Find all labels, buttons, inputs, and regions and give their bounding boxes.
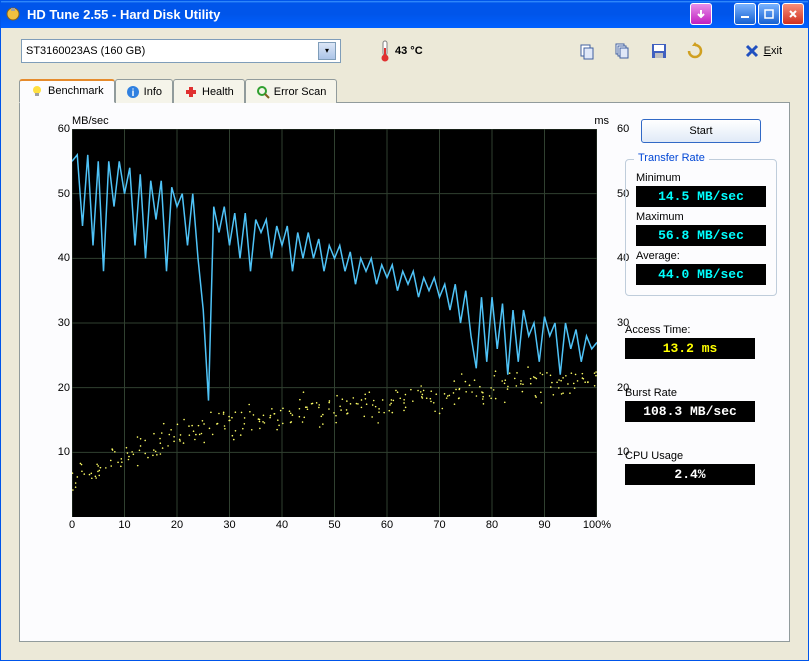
temperature-value: 43 °C [395,45,423,57]
benchmark-chart [72,129,597,517]
access-time-label: Access Time: [625,324,777,336]
y-ticks-left: 102030405060 [52,129,70,517]
average-label: Average: [636,250,766,262]
toolbar: ST3160023AS (160 GB) ▾ 43 °C Exit [1,28,808,74]
copy-icon [578,42,596,60]
refresh-button[interactable] [682,38,708,64]
maximize-button[interactable] [758,3,780,25]
window-title: HD Tune 2.55 - Hard Disk Utility [27,7,690,22]
health-icon [184,85,198,99]
download-button[interactable] [690,3,712,25]
app-icon [5,6,21,22]
tab-panel: MB/sec ms 102030405060 102030405060 0102… [19,102,790,642]
temperature-display: 43 °C [381,40,423,62]
tab-label: Health [202,86,234,98]
drive-select[interactable]: ST3160023AS (160 GB) ▾ [21,39,341,63]
exit-label: Exit [764,45,782,57]
tabs: Benchmark i Info Health Error Scan [19,78,790,102]
content-area: Benchmark i Info Health Error Scan MB/se… [1,74,808,660]
tab-error-scan[interactable]: Error Scan [245,79,338,103]
tab-label: Info [144,86,162,98]
svg-text:i: i [131,88,134,99]
chevron-down-icon[interactable]: ▾ [318,42,336,60]
exit-icon [744,43,760,59]
access-time-value: 13.2 ms [625,338,755,359]
group-title: Transfer Rate [634,152,709,164]
cpu-usage-block: CPU Usage 2.4% [625,446,777,485]
start-button[interactable]: Start [641,119,761,143]
titlebar[interactable]: HD Tune 2.55 - Hard Disk Utility [1,1,808,28]
minimize-button[interactable] [734,3,756,25]
cpu-usage-label: CPU Usage [625,450,777,462]
tab-benchmark[interactable]: Benchmark [19,79,115,103]
close-button[interactable] [782,3,804,25]
access-time-block: Access Time: 13.2 ms [625,320,777,359]
magnifier-icon [256,85,270,99]
tab-label: Error Scan [274,86,327,98]
transfer-rate-group: Transfer Rate Minimum 14.5 MB/sec Maximu… [625,159,777,296]
save-button[interactable] [646,38,672,64]
refresh-icon [686,42,704,60]
info-icon: i [126,85,140,99]
maximum-label: Maximum [636,211,766,223]
average-value: 44.0 MB/sec [636,264,766,285]
y-axis-right-label: ms [594,115,609,127]
save-icon [650,42,668,60]
y-axis-left-label: MB/sec [72,115,109,127]
tab-health[interactable]: Health [173,79,245,103]
bulb-icon [30,84,44,98]
exit-button[interactable]: Exit [738,41,788,61]
minimum-label: Minimum [636,172,766,184]
tab-info[interactable]: i Info [115,79,173,103]
cpu-usage-value: 2.4% [625,464,755,485]
thermometer-icon [381,40,389,62]
burst-rate-value: 108.3 MB/sec [625,401,755,422]
minimum-value: 14.5 MB/sec [636,186,766,207]
copy-all-button[interactable] [610,38,636,64]
drive-select-value: ST3160023AS (160 GB) [26,45,318,57]
chart-area: MB/sec ms 102030405060 102030405060 0102… [32,115,613,555]
burst-rate-label: Burst Rate [625,387,777,399]
copy-multi-icon [614,42,632,60]
x-ticks: 0102030405060708090100% [72,519,597,535]
results-panel: Start Transfer Rate Minimum 14.5 MB/sec … [625,115,777,629]
copy-button[interactable] [574,38,600,64]
tab-label: Benchmark [48,85,104,97]
maximum-value: 56.8 MB/sec [636,225,766,246]
main-window: HD Tune 2.55 - Hard Disk Utility ST31600… [0,0,809,661]
burst-rate-block: Burst Rate 108.3 MB/sec [625,383,777,422]
